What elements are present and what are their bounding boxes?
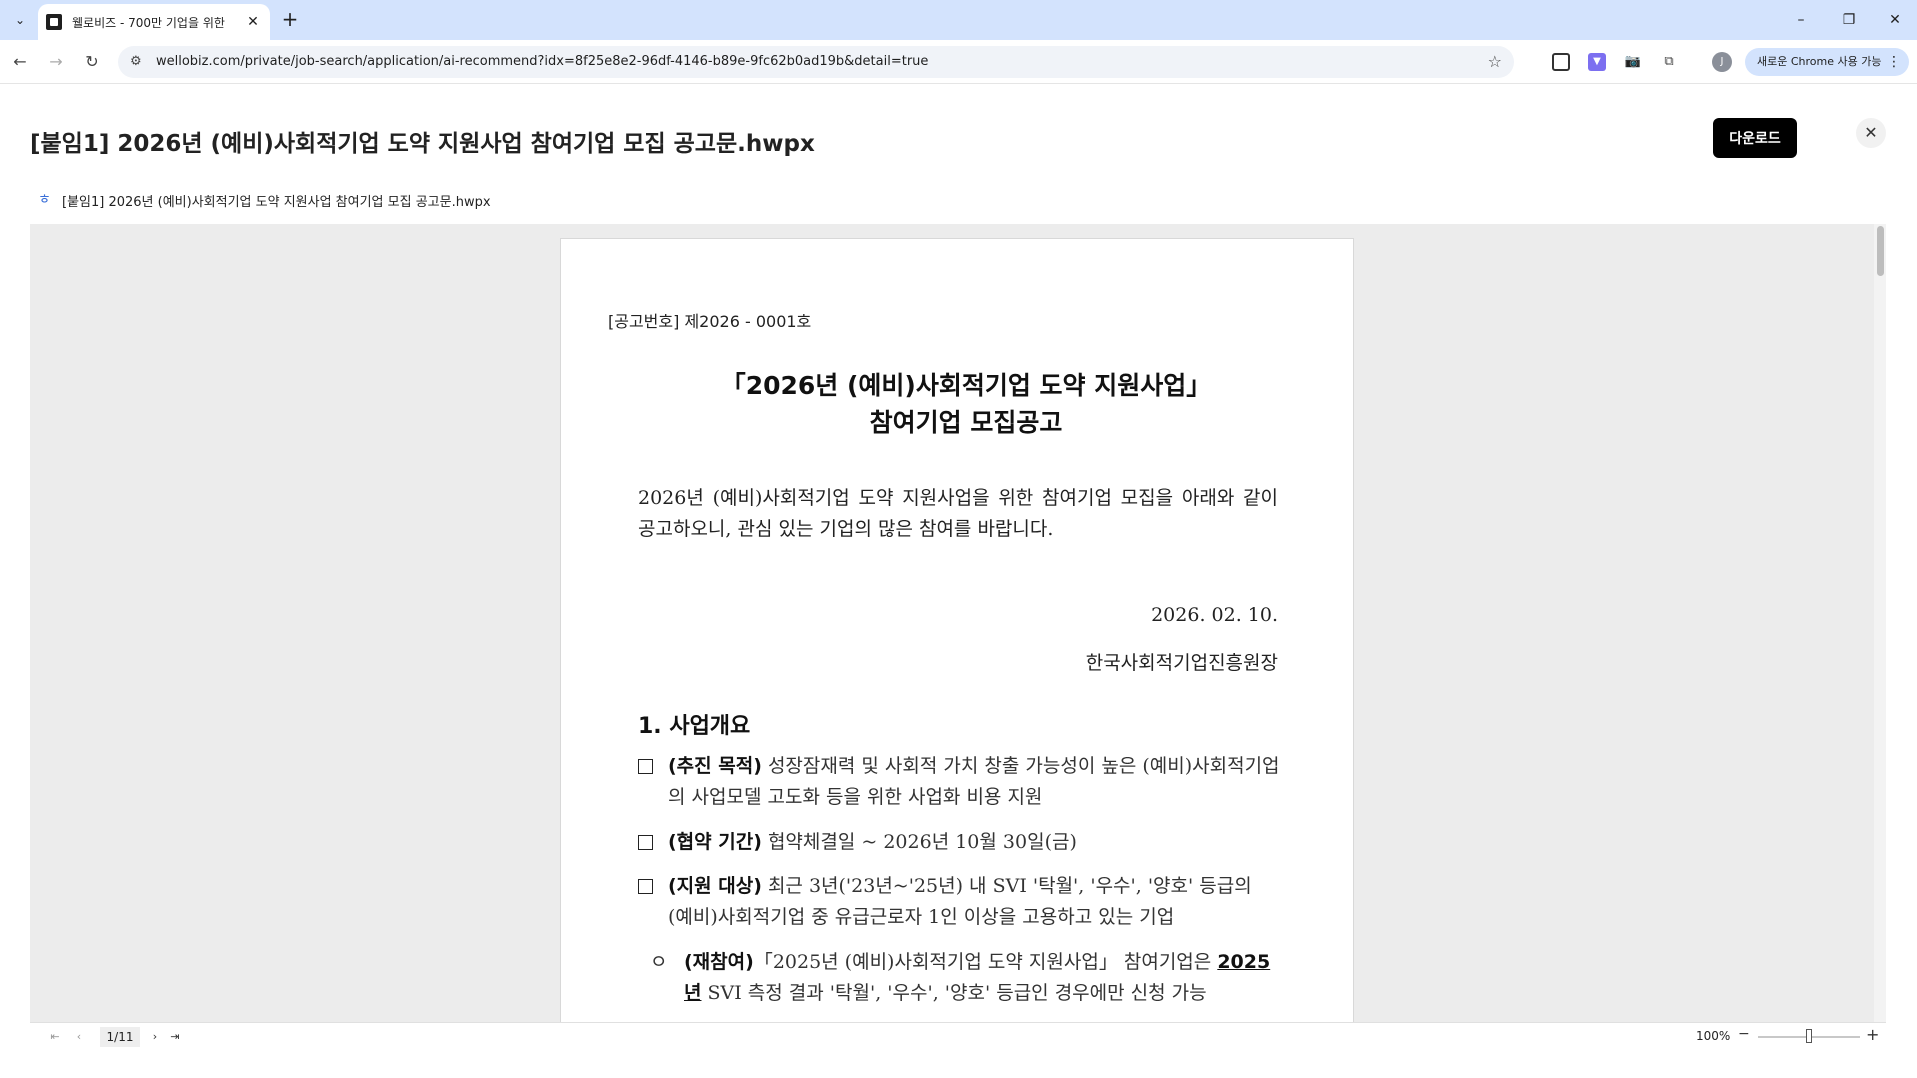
new-tab-icon[interactable]: + xyxy=(278,8,302,32)
menu-kebab-icon[interactable]: ⋮ xyxy=(1887,48,1901,76)
camera-icon[interactable]: 📷 xyxy=(1624,53,1642,71)
file-tab-label: [붙임1] 2026년 (예비)사회적기업 도약 지원사업 참여기업 모집 공고… xyxy=(62,194,491,210)
forward-arrow-icon[interactable]: → xyxy=(44,50,68,74)
next-page-icon[interactable]: › xyxy=(146,1028,164,1046)
list-item: (추진 목적) 성장잠재력 및 사회적 가치 창출 가능성이 높은 (예비)사회… xyxy=(638,751,1282,813)
reload-icon[interactable]: ↻ xyxy=(80,50,104,74)
extension-reader-icon[interactable] xyxy=(1552,53,1570,71)
item-label: (협약 기간) xyxy=(668,831,762,853)
file-tab[interactable]: ㅎ [붙임1] 2026년 (예비)사회적기업 도약 지원사업 참여기업 모집 … xyxy=(38,190,491,210)
first-page-icon[interactable]: ⇤ xyxy=(46,1028,64,1046)
url-text[interactable]: wellobiz.com/private/job-search/applicat… xyxy=(156,54,928,69)
heading-line-1: 「2026년 (예비)사회적기업 도약 지원사업」 xyxy=(720,371,1212,400)
section-1-title: 1. 사업개요 xyxy=(638,714,751,739)
tab-strip: ⌄ 웰로비즈 - 700만 기업을 위한 ✕ + – ❐ ✕ xyxy=(0,0,1917,40)
last-page-icon[interactable]: ⇥ xyxy=(166,1028,184,1046)
tab-close-icon[interactable]: ✕ xyxy=(244,14,262,30)
browser-toolbar: ← → ↻ ⚙ wellobiz.com/private/job-search/… xyxy=(0,40,1917,84)
heading-line-2: 참여기업 모집공고 xyxy=(869,408,1063,437)
issuer-row: 한국사회적기업진흥원장 xyxy=(638,648,1278,678)
checkbox-square-icon xyxy=(638,835,653,850)
bookmark-star-icon[interactable]: ☆ xyxy=(1488,52,1502,71)
tab-title: 웰로비즈 - 700만 기업을 위한 xyxy=(72,15,225,30)
zoom-in-icon[interactable]: + xyxy=(1866,1025,1879,1044)
profile-avatar[interactable]: J xyxy=(1712,52,1732,72)
date-row: 2026. 02. 10. xyxy=(638,604,1278,634)
window-close-icon[interactable]: ✕ xyxy=(1880,8,1910,32)
extensions-puzzle-icon[interactable]: ⧉ xyxy=(1660,53,1678,71)
sub-item-text-b: SVI 측정 결과 '탁월', '우수', '양호' 등급인 경우에만 신청 가… xyxy=(701,982,1207,1004)
minimize-icon[interactable]: – xyxy=(1786,8,1816,32)
item-text: 협약체결일 ~ 2026년 10월 30일(금) xyxy=(761,831,1077,853)
list-item: (협약 기간) 협약체결일 ~ 2026년 10월 30일(금) xyxy=(638,827,1282,858)
site-favicon-icon xyxy=(46,14,62,30)
intro-paragraph: 2026년 (예비)사회적기업 도약 지원사업을 위한 참여기업 모집을 아래와… xyxy=(638,487,1278,540)
circle-bullet-icon: ㅇ xyxy=(650,951,668,973)
notice-date: 2026. 02. 10. xyxy=(1151,604,1278,626)
viewer-bottom-bar: ⇤ ‹ 1/11 › ⇥ 100% − + xyxy=(30,1022,1886,1050)
zoom-level: 100% xyxy=(1696,1029,1731,1043)
chrome-update-label: 새로운 Chrome 사용 가능 xyxy=(1757,55,1882,68)
viewer-scrollbar[interactable] xyxy=(1874,224,1886,1022)
zoom-out-icon[interactable]: − xyxy=(1738,1026,1750,1042)
chrome-update-button[interactable]: 새로운 Chrome 사용 가능 ⋮ xyxy=(1745,48,1909,76)
scrollbar-thumb[interactable] xyxy=(1877,226,1884,276)
extension-bookmark-icon[interactable]: ▼ xyxy=(1588,53,1606,71)
hwp-file-icon: ㅎ xyxy=(38,192,51,208)
checkbox-square-icon xyxy=(638,879,653,894)
list-item: (지원 대상) 최근 3년('23년~'25년) 내 SVI '탁월', '우수… xyxy=(638,871,1282,933)
sub-item: ㅇ (재참여)「2025년 (예비)사회적기업 도약 지원사업」 참여기업은 2… xyxy=(650,947,1282,1009)
browser-tab[interactable]: 웰로비즈 - 700만 기업을 위한 ✕ xyxy=(38,4,270,40)
item-label: (추진 목적) xyxy=(668,755,762,777)
item-label: (지원 대상) xyxy=(668,875,762,897)
checkbox-square-icon xyxy=(638,759,653,774)
sub-item-text-a: 「2025년 (예비)사회적기업 도약 지원사업」 참여기업은 xyxy=(753,951,1218,973)
notice-number: [공고번호] 제2026 - 0001호 xyxy=(608,312,812,331)
address-bar[interactable]: ⚙ wellobiz.com/private/job-search/applic… xyxy=(118,46,1514,78)
site-settings-icon[interactable]: ⚙ xyxy=(130,54,142,69)
zoom-slider-thumb[interactable] xyxy=(1806,1029,1812,1043)
tab-search-chevron-icon[interactable]: ⌄ xyxy=(8,8,32,32)
restore-icon[interactable]: ❐ xyxy=(1834,8,1864,32)
prev-page-icon[interactable]: ‹ xyxy=(70,1028,88,1046)
sub-item-label: (재참여) xyxy=(684,951,754,973)
issuer-name: 한국사회적기업진흥원장 xyxy=(1085,652,1278,674)
page-indicator[interactable]: 1/11 xyxy=(100,1027,140,1047)
back-arrow-icon[interactable]: ← xyxy=(8,50,32,74)
modal-title: [붙임1] 2026년 (예비)사회적기업 도약 지원사업 참여기업 모집 공고… xyxy=(30,131,815,157)
download-button[interactable]: 다운로드 xyxy=(1713,118,1797,158)
modal-close-icon[interactable]: ✕ xyxy=(1856,118,1886,148)
